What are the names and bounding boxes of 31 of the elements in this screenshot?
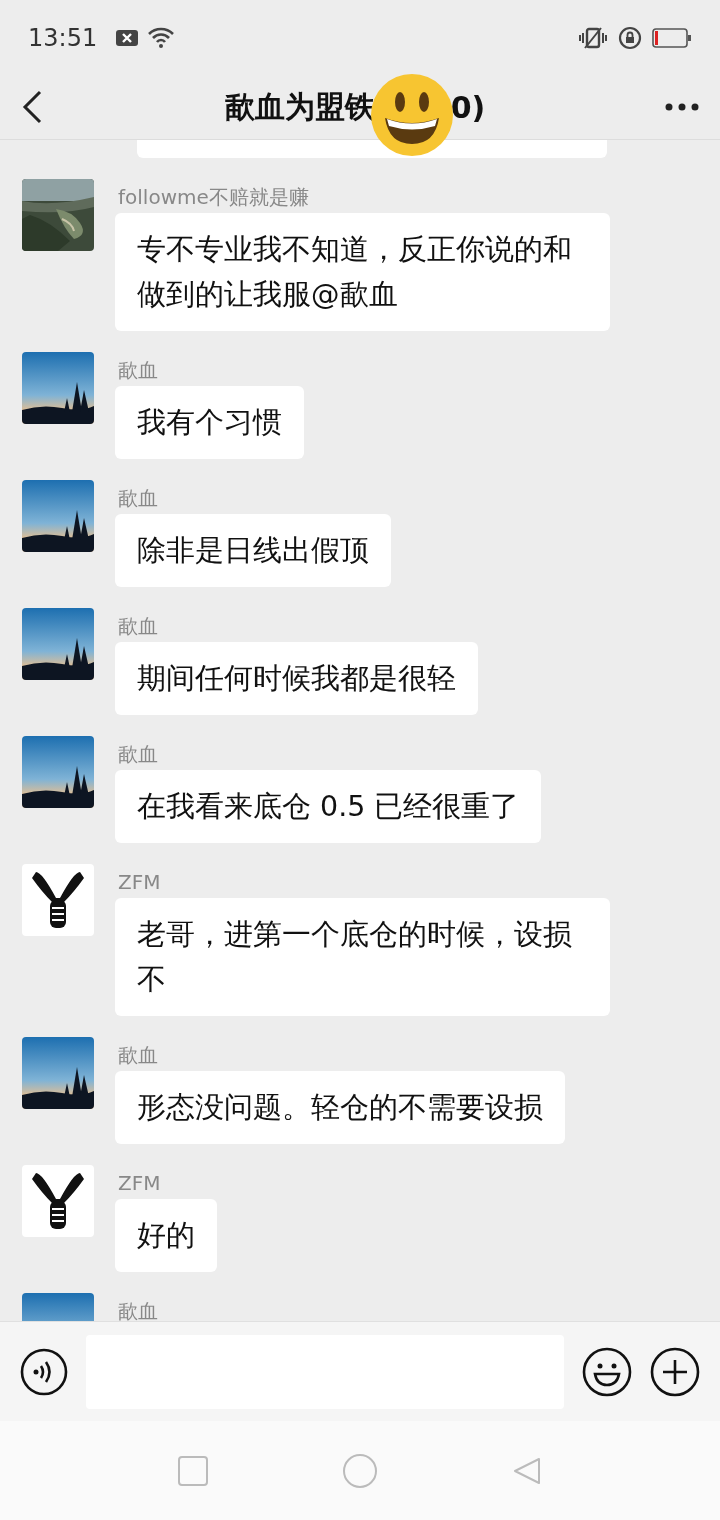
sender-name: 歃血 [117, 1042, 158, 1067]
battery-icon [652, 26, 692, 49]
avatar-icon [22, 864, 94, 936]
wifi-icon [147, 26, 176, 49]
sender-name: 歃血 [117, 613, 158, 638]
sender-name: 歃血 [117, 485, 158, 510]
sender-name: 歃血 [117, 741, 158, 766]
sender-name: 歃血 [117, 357, 158, 382]
message-bubble: 老哥，进第一个底仓的时候，设损不 [115, 898, 610, 1016]
sender-name: followme不赔就是赚 [117, 184, 309, 209]
message-bubble: 除非是日线出假顶 [115, 514, 391, 587]
message-bubble: 好的 [115, 1199, 217, 1272]
sender-name: ZFM [117, 1170, 161, 1195]
chat-title: 0) [450, 89, 486, 125]
avatar-icon [22, 1165, 94, 1237]
plus-icon[interactable] [650, 1346, 700, 1397]
voice-icon[interactable] [20, 1347, 68, 1396]
sender-name: 歃血 [117, 1298, 158, 1321]
emoji-icon[interactable] [582, 1346, 632, 1397]
message-bubble: 专不专业我不知道，反正你说的和做到的让我服@歃血 [115, 213, 610, 331]
message-bubble: 在我看来底仓 0.5 已经很重了 [115, 770, 542, 843]
message-bubble: 期间任何时候我都是很轻 [115, 642, 478, 715]
more-icon[interactable] [664, 102, 700, 112]
chat-title: 歃血为盟铁 [224, 87, 375, 126]
status-time: 13:51 [28, 23, 98, 52]
message-bubble: 形态没问题。轻仓的不需要设损 [115, 1071, 565, 1144]
message-bubble: 我有个习惯 [115, 386, 304, 459]
rotation-lock-icon [618, 25, 642, 50]
vibrate-icon [578, 25, 608, 50]
sender-name: ZFM [117, 869, 161, 894]
notification-icon [115, 27, 140, 48]
